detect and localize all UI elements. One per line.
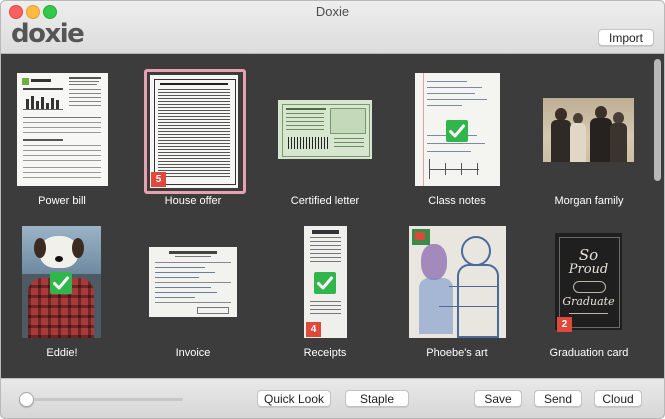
scan-caption: Eddie! [46, 347, 78, 359]
scan-caption: Class notes [428, 195, 486, 207]
zoom-slider-track[interactable] [25, 398, 183, 401]
scrollbar-thumb[interactable] [654, 59, 661, 181]
checkmark-icon [50, 272, 72, 294]
scan-caption: Receipts [303, 347, 347, 359]
scan-thumbnail[interactable] [543, 98, 634, 162]
cloud-button[interactable]: Cloud [594, 390, 642, 407]
scan-caption: Power bill [38, 195, 86, 207]
save-button[interactable]: Save [474, 390, 522, 407]
staple-button[interactable]: Staple [345, 390, 409, 407]
zoom-slider-knob[interactable] [19, 392, 34, 407]
vertical-scrollbar[interactable] [651, 54, 664, 378]
scan-thumbnail[interactable] [409, 226, 506, 338]
quick-look-button[interactable]: Quick Look [257, 390, 331, 407]
window-title: Doxie [315, 4, 350, 19]
scan-caption: Morgan family [554, 195, 624, 207]
import-button[interactable]: Import [598, 29, 654, 46]
scan-caption: Phoebe's art [426, 347, 488, 359]
checkmark-icon [314, 272, 336, 294]
page-count-badge: 2 [557, 317, 572, 332]
checkmark-icon [446, 120, 468, 142]
scan-thumbnail[interactable] [278, 100, 372, 159]
scan-caption: House offer [164, 195, 222, 207]
doxie-logo: doxie [11, 19, 85, 49]
scan-caption: Invoice [175, 347, 211, 359]
scan-thumbnail[interactable] [149, 247, 237, 317]
scan-thumbnail[interactable] [17, 73, 108, 186]
bottom-toolbar: Quick Look Staple Save Send Cloud [1, 378, 664, 418]
send-button[interactable]: Send [534, 390, 582, 407]
page-count-badge: 4 [306, 322, 321, 337]
page-count-badge: 5 [151, 172, 166, 187]
scan-thumbnail[interactable]: So Proud Graduate [555, 233, 622, 330]
doxie-window: Doxie doxie Import Power bill 5 House of… [0, 0, 665, 419]
scan-grid: Power bill 5 House offer Certified lette… [1, 54, 651, 378]
scan-caption: Graduation card [549, 347, 629, 359]
title-bar: Doxie doxie Import [1, 1, 664, 54]
scan-caption: Certified letter [290, 195, 360, 207]
